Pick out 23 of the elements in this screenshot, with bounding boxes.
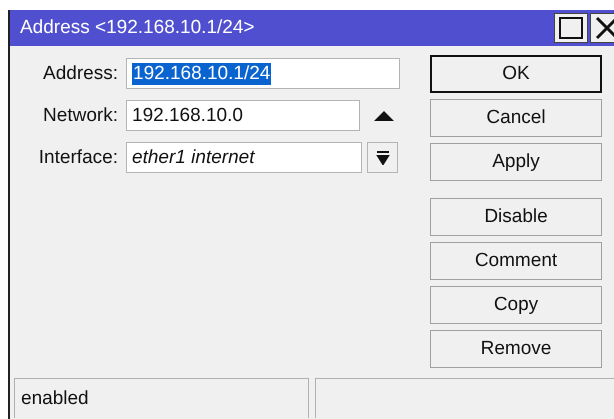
- window-title: Address <192.168.10.1/24>: [20, 17, 256, 39]
- field-label: Address:: [42, 62, 119, 84]
- close-icon[interactable]: [590, 13, 614, 43]
- input-field[interactable]: ether1 internet: [126, 142, 362, 173]
- input-field[interactable]: 192.168.10.0: [126, 100, 360, 131]
- field-value: ether1 internet: [132, 146, 255, 168]
- dropdown-button[interactable]: [367, 142, 398, 173]
- maximize-icon[interactable]: [554, 13, 588, 43]
- ok-button[interactable]: OK: [430, 55, 602, 93]
- comment-button[interactable]: Comment: [430, 242, 602, 280]
- field-label: Network:: [42, 104, 119, 126]
- field-value: 192.168.10.1/24: [132, 62, 272, 84]
- status-cell: enabled: [14, 378, 309, 418]
- apply-button[interactable]: Apply: [430, 143, 602, 181]
- input-field[interactable]: 192.168.10.1/24: [126, 58, 400, 89]
- remove-button[interactable]: Remove: [430, 330, 602, 368]
- field-label: Interface:: [38, 146, 119, 168]
- field-value: 192.168.10.0: [132, 104, 243, 126]
- arrow-down-icon: [376, 150, 390, 164]
- disable-button[interactable]: Disable: [430, 198, 602, 236]
- triangle-up-icon[interactable]: [374, 110, 394, 120]
- copy-button[interactable]: Copy: [430, 286, 602, 324]
- cancel-button[interactable]: Cancel: [430, 99, 602, 137]
